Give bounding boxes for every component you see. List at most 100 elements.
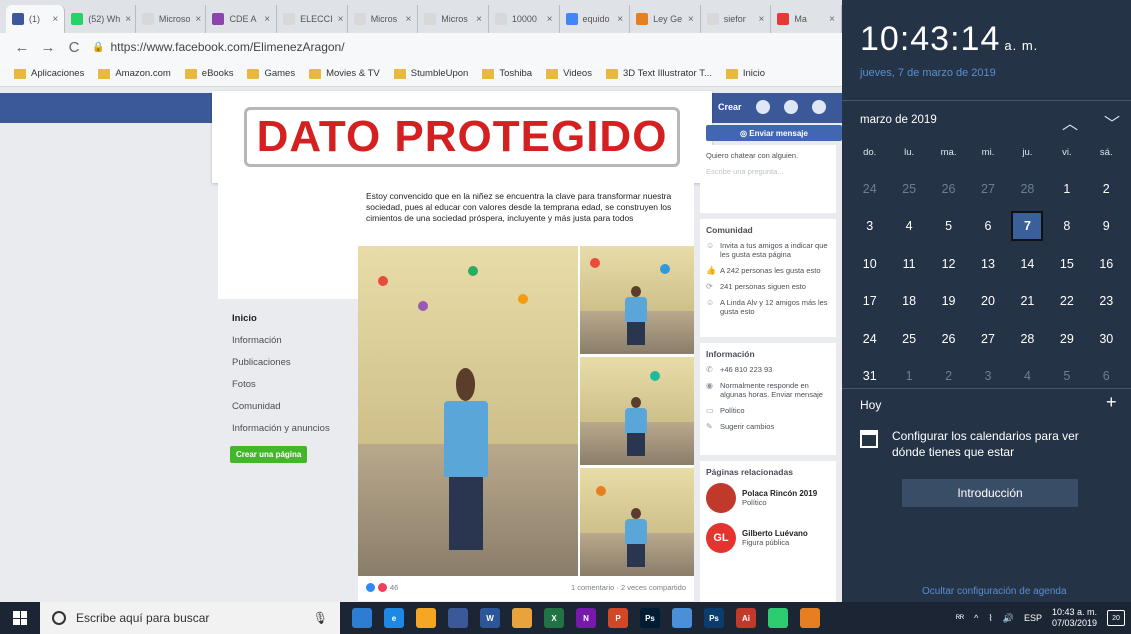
browser-tab[interactable]: Microso × bbox=[136, 5, 207, 33]
calendar-day[interactable]: 27 bbox=[968, 320, 1007, 358]
close-icon[interactable]: × bbox=[52, 14, 58, 25]
faq-question[interactable]: Quiero chatear con alguien. bbox=[706, 151, 830, 160]
browser-tab[interactable]: CDE A × bbox=[206, 5, 278, 33]
taskbar-app-icon[interactable] bbox=[512, 608, 532, 628]
taskbar-app-icon[interactable]: P bbox=[608, 608, 628, 628]
bookmark-item[interactable]: Games bbox=[247, 68, 295, 79]
calendar-day[interactable]: 31 bbox=[850, 358, 889, 396]
taskbar-app-icon[interactable]: Ps bbox=[704, 608, 724, 628]
community-friends[interactable]: ☺ A Linda Alv y 12 amigos más les gusta e… bbox=[706, 298, 830, 316]
close-icon[interactable]: × bbox=[759, 14, 765, 25]
close-icon[interactable]: × bbox=[688, 14, 694, 25]
reactions[interactable]: 46 bbox=[366, 583, 398, 592]
close-icon[interactable]: × bbox=[195, 14, 201, 25]
sidenav-item[interactable]: Fotos bbox=[232, 379, 330, 390]
calendar-day[interactable]: 15 bbox=[1047, 245, 1086, 283]
taskbar-app-icon[interactable]: N bbox=[576, 608, 596, 628]
taskbar-app-icon[interactable]: W bbox=[480, 608, 500, 628]
taskbar-app-icon[interactable]: Ps bbox=[640, 608, 660, 628]
bookmark-item[interactable]: Amazon.com bbox=[98, 68, 171, 79]
calendar-day[interactable]: 14 bbox=[1008, 245, 1047, 283]
hide-agenda-link[interactable]: Ocultar configuración de agenda bbox=[922, 586, 1067, 597]
faq-input[interactable]: Escribe una pregunta... bbox=[706, 167, 830, 176]
close-icon[interactable]: × bbox=[547, 14, 553, 25]
taskbar-app-icon[interactable] bbox=[416, 608, 436, 628]
calendar-day[interactable]: 28 bbox=[1008, 320, 1047, 358]
reload-icon[interactable]: C bbox=[66, 39, 82, 56]
browser-tab[interactable]: Ley Ge × bbox=[630, 5, 701, 33]
bookmark-item[interactable]: Toshiba bbox=[482, 68, 532, 79]
calendar-day[interactable]: 19 bbox=[929, 283, 968, 321]
sidenav-item[interactable]: Comunidad bbox=[232, 401, 330, 412]
calendar-day[interactable]: 29 bbox=[1047, 320, 1086, 358]
url-field[interactable]: 🔒 https://www.facebook.com/ElimenezArago… bbox=[92, 40, 345, 54]
calendar-day[interactable]: 20 bbox=[968, 283, 1007, 321]
calendar-day-today[interactable]: 7 bbox=[1008, 208, 1047, 246]
taskbar-search[interactable]: Escribe aquí para buscar 🎙 bbox=[40, 602, 340, 634]
calendar-day[interactable]: 24 bbox=[850, 170, 889, 208]
close-icon[interactable]: × bbox=[338, 14, 344, 25]
close-icon[interactable]: × bbox=[476, 14, 482, 25]
calendar-day[interactable]: 1 bbox=[889, 358, 928, 396]
bookmark-item[interactable]: Videos bbox=[546, 68, 592, 79]
calendar-day[interactable]: 24 bbox=[850, 320, 889, 358]
calendar-day[interactable]: 17 bbox=[850, 283, 889, 321]
create-link[interactable]: Crear bbox=[718, 102, 742, 112]
bookmark-item[interactable]: 3D Text Illustrator T... bbox=[605, 68, 712, 79]
sidenav-item[interactable]: Información y anuncios bbox=[232, 423, 330, 434]
calendar-day[interactable]: 2 bbox=[929, 358, 968, 396]
post-photo-main[interactable] bbox=[358, 246, 578, 576]
calendar-day[interactable]: 6 bbox=[1087, 358, 1126, 396]
add-event-icon[interactable]: + bbox=[1106, 392, 1117, 413]
related-page[interactable]: Polaca Rincón 2019 Político bbox=[706, 483, 830, 513]
calendar-day[interactable]: 13 bbox=[968, 245, 1007, 283]
people-icon[interactable]: ᴿᴿ bbox=[956, 613, 964, 623]
sidenav-item[interactable]: Inicio bbox=[232, 313, 330, 324]
sidenav-item[interactable]: Información bbox=[232, 335, 330, 346]
intro-button[interactable]: Introducción bbox=[902, 479, 1078, 507]
chevron-up-icon[interactable]: ︿ bbox=[1062, 110, 1078, 134]
calendar-day[interactable]: 18 bbox=[889, 283, 928, 321]
taskbar-clock[interactable]: 10:43 a. m. 07/03/2019 bbox=[1052, 607, 1097, 629]
taskbar-app-icon[interactable] bbox=[448, 608, 468, 628]
browser-tab[interactable]: equido × bbox=[560, 5, 631, 33]
community-invite[interactable]: ☺ Invita a tus amigos a indicar que les g… bbox=[706, 241, 830, 259]
forward-icon[interactable]: → bbox=[40, 39, 56, 56]
create-page-button[interactable]: Crear una página bbox=[230, 446, 308, 463]
post-photo-3[interactable] bbox=[580, 357, 694, 465]
browser-tab[interactable]: ELECCI × bbox=[277, 5, 348, 33]
calendar-day[interactable]: 23 bbox=[1087, 283, 1126, 321]
taskbar-app-icon[interactable] bbox=[672, 608, 692, 628]
calendar-day[interactable]: 27 bbox=[968, 170, 1007, 208]
post-photo-grid[interactable] bbox=[358, 246, 694, 576]
calendar-day[interactable]: 5 bbox=[929, 208, 968, 246]
calendar-day[interactable]: 26 bbox=[929, 320, 968, 358]
calendar-day[interactable]: 4 bbox=[1008, 358, 1047, 396]
comments-shares[interactable]: 1 comentario · 2 veces compartido bbox=[571, 583, 686, 592]
bookmark-item[interactable]: StumbleUpon bbox=[393, 68, 468, 79]
calendar-day[interactable]: 1 bbox=[1047, 170, 1086, 208]
notifications-icon[interactable] bbox=[811, 100, 826, 114]
calendar-day[interactable]: 12 bbox=[929, 245, 968, 283]
configure-calendars[interactable]: Configurar los calendarios para ver dónd… bbox=[860, 428, 1082, 460]
taskbar-app-icon[interactable] bbox=[352, 608, 372, 628]
calendar-day[interactable]: 9 bbox=[1087, 208, 1126, 246]
calendar-day[interactable]: 3 bbox=[850, 208, 889, 246]
notification-center-icon[interactable]: 20 bbox=[1107, 610, 1125, 626]
calendar-day[interactable]: 25 bbox=[889, 170, 928, 208]
browser-tab[interactable]: (52) Wh × bbox=[65, 5, 136, 33]
send-message-button[interactable]: ◎ Enviar mensaje bbox=[706, 125, 842, 141]
browser-tab[interactable]: Micros × bbox=[348, 5, 419, 33]
close-icon[interactable]: × bbox=[125, 14, 131, 25]
microphone-icon[interactable]: 🎙 bbox=[313, 611, 328, 625]
bookmark-item[interactable]: eBooks bbox=[184, 68, 233, 79]
chevron-up-icon[interactable]: ^ bbox=[974, 613, 978, 623]
calendar-day[interactable]: 25 bbox=[889, 320, 928, 358]
taskbar-app-icon[interactable] bbox=[800, 608, 820, 628]
volume-icon[interactable]: 🔊 bbox=[1003, 613, 1014, 624]
calendar-day[interactable]: 5 bbox=[1047, 358, 1086, 396]
messages-icon[interactable] bbox=[783, 100, 798, 114]
calendar-day[interactable]: 30 bbox=[1087, 320, 1126, 358]
language-indicator[interactable]: ESP bbox=[1024, 613, 1042, 623]
month-label[interactable]: marzo de 2019 bbox=[860, 114, 937, 126]
